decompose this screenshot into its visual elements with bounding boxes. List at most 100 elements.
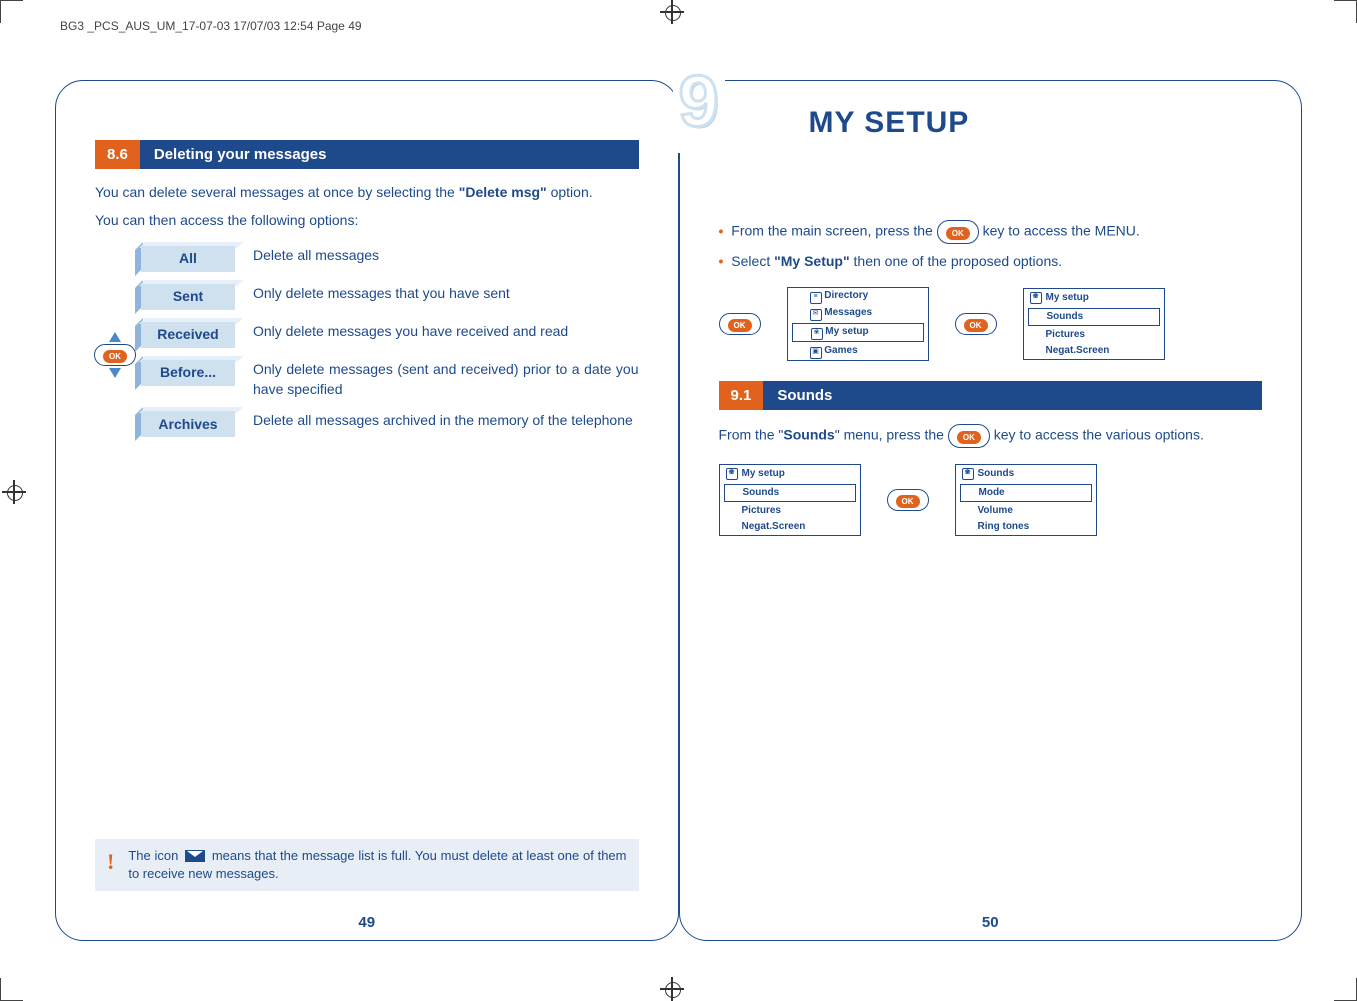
paragraph: From the "Sounds" menu, press the OK key… <box>719 424 1263 448</box>
menu-item: Negat.Screen <box>1024 343 1164 359</box>
page-left: 8.6 Deleting your messages You can delet… <box>55 80 679 941</box>
text: key to access the various options. <box>990 427 1204 443</box>
right-content: • From the main screen, press the OK key… <box>719 220 1263 536</box>
menu-item-label: Ring tones <box>978 521 1030 532</box>
option-description: Delete all messages <box>253 242 639 266</box>
menu-item-label: Pictures <box>742 505 781 516</box>
bold-text: Sounds <box>783 427 834 443</box>
ok-key-icon: OK <box>948 424 990 448</box>
definition-row: Archives Delete all messages archived in… <box>135 407 639 437</box>
crop-mark <box>0 978 23 1001</box>
ok-label: OK <box>728 319 752 332</box>
chapter-title: MY SETUP <box>809 102 970 144</box>
option-description: Only delete messages that you have sent <box>253 280 639 304</box>
games-icon: ▣ <box>810 347 822 359</box>
ok-key-icon: OK <box>955 313 997 335</box>
registration-mark <box>2 480 26 504</box>
nav-indicator: OK <box>95 242 135 378</box>
note-callout: ! The icon means that the message list i… <box>95 839 639 891</box>
crop-mark <box>1334 978 1357 1001</box>
definition-row: Sent Only delete messages that you have … <box>135 280 639 310</box>
menu-item-label: Negat.Screen <box>742 521 806 532</box>
ok-label: OK <box>964 319 988 332</box>
registration-mark <box>660 977 684 1001</box>
menu-box-title: ❀My setup <box>1024 289 1164 307</box>
phone-menu-box: ❀ Sounds Mode Volume Ring tones <box>955 464 1097 536</box>
messages-icon: ✉ <box>810 309 822 321</box>
definition-row: Before... Only delete messages (sent and… <box>135 356 639 399</box>
text: Select <box>731 253 774 269</box>
phone-menu-box: ❀My setup Sounds Pictures Negat.Screen <box>719 464 861 536</box>
option-label: Sent <box>141 284 235 310</box>
text: You can delete several messages at once … <box>95 184 459 200</box>
menu-item: Negat.Screen <box>720 519 860 535</box>
intro-paragraph: You can delete several messages at once … <box>95 183 639 203</box>
ok-key-icon: OK <box>719 313 761 335</box>
menu-item-selected: Mode <box>960 484 1092 502</box>
option-description: Only delete messages (sent and received)… <box>253 356 639 399</box>
bullet-icon: • <box>719 253 724 269</box>
menu-item-label: Directory <box>824 290 868 301</box>
menu-item-label: Negat.Screen <box>1046 345 1110 356</box>
scan-surface: BG3 _PCS_AUS_UM_17-07-03 17/07/03 12:54 … <box>0 0 1357 1001</box>
menu-title-label: Sounds <box>978 467 1015 481</box>
menu-item-label: Mode <box>979 487 1005 498</box>
text: From the main screen, press the <box>731 223 936 239</box>
menu-item: Pictures <box>1024 327 1164 343</box>
menu-item-label: Pictures <box>1046 329 1085 340</box>
phone-menu-box: ❀My setup Sounds Pictures Negat.Screen <box>1023 288 1165 360</box>
chapter-number: 9 <box>673 52 725 153</box>
text: option. <box>547 184 593 200</box>
section-title: Sounds <box>763 381 1262 410</box>
page-spread: 8.6 Deleting your messages You can delet… <box>55 80 1302 941</box>
section-header: 9.1 Sounds <box>719 381 1263 410</box>
text: " menu, press the <box>835 427 948 443</box>
menu-item: ▣ Games <box>788 343 928 360</box>
definition-row: All Delete all messages <box>135 242 639 272</box>
section-header: 8.6 Deleting your messages <box>95 140 639 169</box>
menu-item-label: My setup <box>825 326 868 337</box>
text: From the " <box>719 427 784 443</box>
registration-mark <box>660 0 684 24</box>
bold-text: "My Setup" <box>774 253 850 269</box>
envelope-full-icon <box>185 850 205 862</box>
menu-box-title: ❀ Sounds <box>956 465 1096 483</box>
menu-title-label: My setup <box>1046 291 1089 305</box>
page-frame <box>55 80 679 941</box>
option-bar: Received <box>135 318 235 348</box>
intro-paragraph-2: You can then access the following option… <box>95 211 639 231</box>
page-right: 9 MY SETUP • From the main screen, press… <box>679 80 1303 941</box>
page-number: 49 <box>55 912 679 933</box>
section-number: 9.1 <box>719 381 764 410</box>
menu-item-label: Sounds <box>743 487 780 498</box>
arrow-up-icon <box>109 332 121 342</box>
menu-item-label: Messages <box>824 307 872 318</box>
menu-item-selected: ❀ My setup <box>792 323 924 342</box>
menu-box-title: ❀My setup <box>720 465 860 483</box>
ok-label: OK <box>946 227 970 240</box>
menu-item: Ring tones <box>956 519 1096 535</box>
option-label: All <box>141 246 235 272</box>
definitions-block: OK All Delete all messages Sent Only del… <box>95 242 639 445</box>
page-number: 50 <box>679 912 1303 933</box>
menu-item-label: Volume <box>978 505 1013 516</box>
ok-key-icon: OK <box>937 220 979 244</box>
arrow-down-icon <box>109 368 121 378</box>
menu-item-selected: Sounds <box>1028 308 1160 326</box>
menu-flow-row: OK ≡ Directory ✉ Messages ❀ My setup ▣ G… <box>719 287 1263 361</box>
bold-text: "Delete msg" <box>459 184 547 200</box>
bullet-line: • Select "My Setup" then one of the prop… <box>719 252 1263 272</box>
ok-label: OK <box>103 350 127 363</box>
setup-icon: ❀ <box>811 328 823 340</box>
bullet-icon: • <box>719 223 724 239</box>
definition-row: Received Only delete messages you have r… <box>135 318 639 348</box>
option-description: Only delete messages you have received a… <box>253 318 639 342</box>
text: then one of the proposed options. <box>850 253 1063 269</box>
exclamation-icon: ! <box>107 847 114 878</box>
crop-mark <box>0 0 23 23</box>
option-bar: Before... <box>135 356 235 386</box>
menu-item: ✉ Messages <box>788 305 928 322</box>
ok-key-icon: OK <box>94 344 136 366</box>
section-number: 8.6 <box>95 140 140 169</box>
sounds-icon: ❀ <box>962 468 974 480</box>
